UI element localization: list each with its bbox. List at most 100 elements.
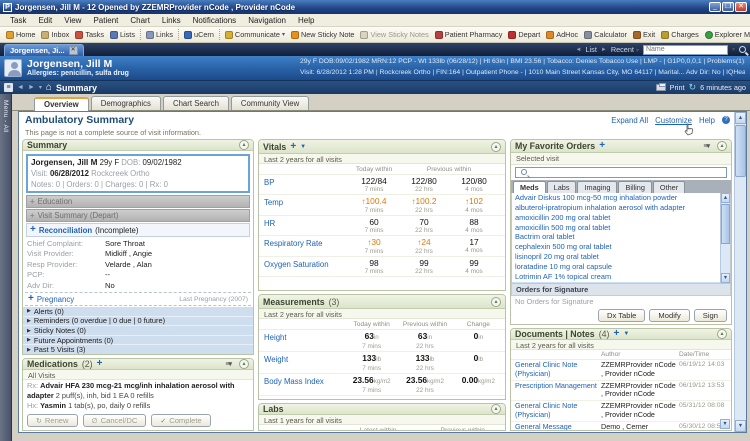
menu-links[interactable]: Links (156, 16, 187, 25)
charges-button[interactable]: Charges (658, 29, 702, 40)
menu-chart[interactable]: Chart (124, 16, 156, 25)
scroll-down-icon[interactable]: ▼ (735, 420, 746, 432)
cancel-dc-button[interactable]: ∅ Cancel/DC (82, 414, 147, 427)
orders-tab-meds[interactable]: Meds (513, 180, 546, 193)
close-patient-tab-icon[interactable]: ✕ (68, 46, 78, 55)
orders-tab-labs[interactable]: Labs (546, 180, 577, 193)
add-icon[interactable]: + (599, 140, 605, 151)
depart-button[interactable]: Depart (505, 29, 543, 40)
patient-tab[interactable]: Jorgensen, Ji... ✕ (4, 44, 84, 56)
menu-task[interactable]: Task (4, 16, 32, 25)
panel-menu-icon[interactable]: ≡▾ (703, 142, 710, 150)
scroll-down-icon[interactable]: ▼ (720, 419, 730, 429)
home-icon[interactable]: ⌂ (46, 82, 52, 93)
expander-reminders[interactable]: ▶ Reminders (0 overdue | 0 due | 0 future… (23, 316, 253, 327)
explorer-menu-button[interactable]: Explorer Menu (702, 29, 750, 40)
patient-pharmacy-button[interactable]: Patient Pharmacy (432, 29, 506, 40)
back-icon[interactable]: ◄ (17, 84, 24, 91)
restore-button[interactable]: ❐ (722, 2, 734, 12)
bp-link[interactable]: BP (259, 176, 349, 193)
collapse-icon[interactable]: ▴ (239, 359, 249, 370)
forward-icon[interactable]: ► (28, 84, 35, 91)
document-link[interactable]: Prescription Management (511, 381, 601, 400)
chevron-down-icon[interactable]: ▼ (300, 144, 306, 150)
bmi-link[interactable]: Body Mass Index (259, 375, 345, 394)
medication-item[interactable]: Hx: Yasmin 1 tab(s), po, daily 0 refills (23, 400, 253, 411)
home-button[interactable]: Home (3, 29, 38, 40)
adhoc-button[interactable]: AdHoc (543, 29, 581, 40)
chevron-down-icon[interactable]: ▾ (732, 46, 735, 53)
scrollbar-thumb[interactable] (721, 203, 730, 244)
scroll-down-icon[interactable]: ▼ (721, 273, 730, 283)
medication-item[interactable]: Rx: Advair HFA 230 mcg-21 mcg/inh inhala… (23, 380, 253, 400)
help-link[interactable]: Help (699, 116, 715, 125)
menu-navigation[interactable]: Navigation (242, 16, 292, 25)
links-button[interactable]: Links (143, 29, 176, 40)
education-bar[interactable]: + Education (26, 195, 250, 208)
tab-chart-search[interactable]: Chart Search (162, 96, 229, 110)
renew-button[interactable]: ↻ Renew (27, 414, 78, 427)
reconciliation-bar[interactable]: + Reconciliation (Incomplete) (26, 223, 250, 237)
document-link[interactable]: General Message (511, 422, 601, 430)
list-button[interactable]: List (586, 45, 597, 54)
refresh-icon[interactable]: ↻ (689, 83, 697, 92)
temp-link[interactable]: Temp (259, 196, 349, 214)
panel-menu-icon[interactable]: ≡▾ (225, 360, 232, 368)
expander-past-visits[interactable]: ▶ Past 5 Visits (3) (23, 345, 253, 354)
pregnancy-row[interactable]: + Pregnancy Last Pregnancy (2007) (25, 292, 251, 307)
chevron-down-icon[interactable]: ▼ (623, 331, 629, 337)
collapse-icon[interactable]: ▴ (717, 140, 727, 151)
expand-all-link[interactable]: Expand All (611, 116, 648, 125)
close-button[interactable]: ✕ (735, 2, 747, 12)
scroll-up-icon[interactable]: ▲ (721, 192, 730, 203)
exit-button[interactable]: Exit (630, 29, 658, 40)
print-label[interactable]: Print (670, 83, 685, 92)
document-link[interactable]: General Clinic Note (Physician) (511, 401, 601, 420)
recent-button[interactable]: Recent ▾ (611, 45, 639, 54)
view-sticky-notes-button[interactable]: View Sticky Notes (357, 29, 431, 40)
respiratory-rate-link[interactable]: Respiratory Rate (259, 237, 349, 255)
list-prev-icon[interactable]: ◄ (576, 47, 582, 53)
collapse-icon[interactable]: ▴ (717, 329, 727, 339)
ucern-button[interactable]: uCern (181, 29, 217, 40)
order-item[interactable]: cephalexin 500 mg oral tablet (512, 242, 730, 252)
order-item-selected[interactable]: Motrin 400 mg oral tablet 1 tab(s) ( 400… (512, 282, 730, 283)
menu-edit[interactable]: Edit (32, 16, 58, 25)
patient-search-input[interactable] (642, 44, 728, 55)
collapse-icon[interactable]: ▴ (239, 140, 249, 150)
help-icon[interactable]: ? (722, 116, 730, 124)
order-item[interactable]: loratadine 10 mg oral capsule (512, 262, 730, 272)
orders-tab-imaging[interactable]: Imaging (577, 180, 618, 193)
order-item[interactable]: Advair Diskus 100 mcg-50 mcg inhalation … (512, 193, 730, 203)
order-item[interactable]: amoxicillin 200 mg oral tablet (512, 213, 730, 223)
tasks-button[interactable]: Tasks (72, 29, 107, 40)
expander-alerts[interactable]: ▶ Alerts (0) (23, 307, 253, 317)
order-item[interactable]: lisinopril 20 mg oral tablet (512, 252, 730, 262)
menu-side-tab[interactable]: Menu - All (0, 94, 12, 441)
summary-patient-card[interactable]: Jorgensen, Jill M 29y F DOB: 09/02/1982 … (26, 154, 250, 193)
scrollbar-thumb[interactable] (735, 125, 746, 177)
menu-flyout-icon[interactable]: ≡ (4, 83, 13, 92)
height-link[interactable]: Height (259, 331, 345, 350)
communicate-button[interactable]: Communicate ▾ (222, 29, 288, 40)
collapse-icon[interactable]: ▴ (491, 141, 501, 152)
add-icon[interactable]: + (613, 329, 619, 339)
menu-patient[interactable]: Patient (87, 16, 124, 25)
document-link[interactable]: General Clinic Note (Physician) (511, 360, 601, 379)
orders-scrollbar[interactable]: ▲ ▼ (720, 192, 730, 283)
expander-sticky-notes[interactable]: ▶ Sticky Notes (0) (23, 326, 253, 336)
inbox-button[interactable]: Inbox (38, 29, 72, 40)
weight-link[interactable]: Weight (259, 353, 345, 372)
list-next-icon[interactable]: ► (601, 47, 607, 53)
order-item[interactable]: Bactrim oral tablet (512, 232, 730, 242)
order-item[interactable]: amoxicillin 500 mg oral tablet (512, 223, 730, 233)
orders-tab-other[interactable]: Other (652, 180, 686, 193)
print-icon[interactable] (655, 83, 666, 91)
hr-link[interactable]: HR (259, 217, 349, 234)
menu-view[interactable]: View (58, 16, 87, 25)
collapse-icon[interactable]: ▴ (491, 296, 501, 307)
add-icon[interactable]: + (290, 141, 296, 152)
calculator-button[interactable]: Calculator (581, 29, 630, 40)
dx-table-button[interactable]: Dx Table (598, 309, 646, 322)
reconciliation-link[interactable]: Reconciliation (39, 226, 92, 235)
